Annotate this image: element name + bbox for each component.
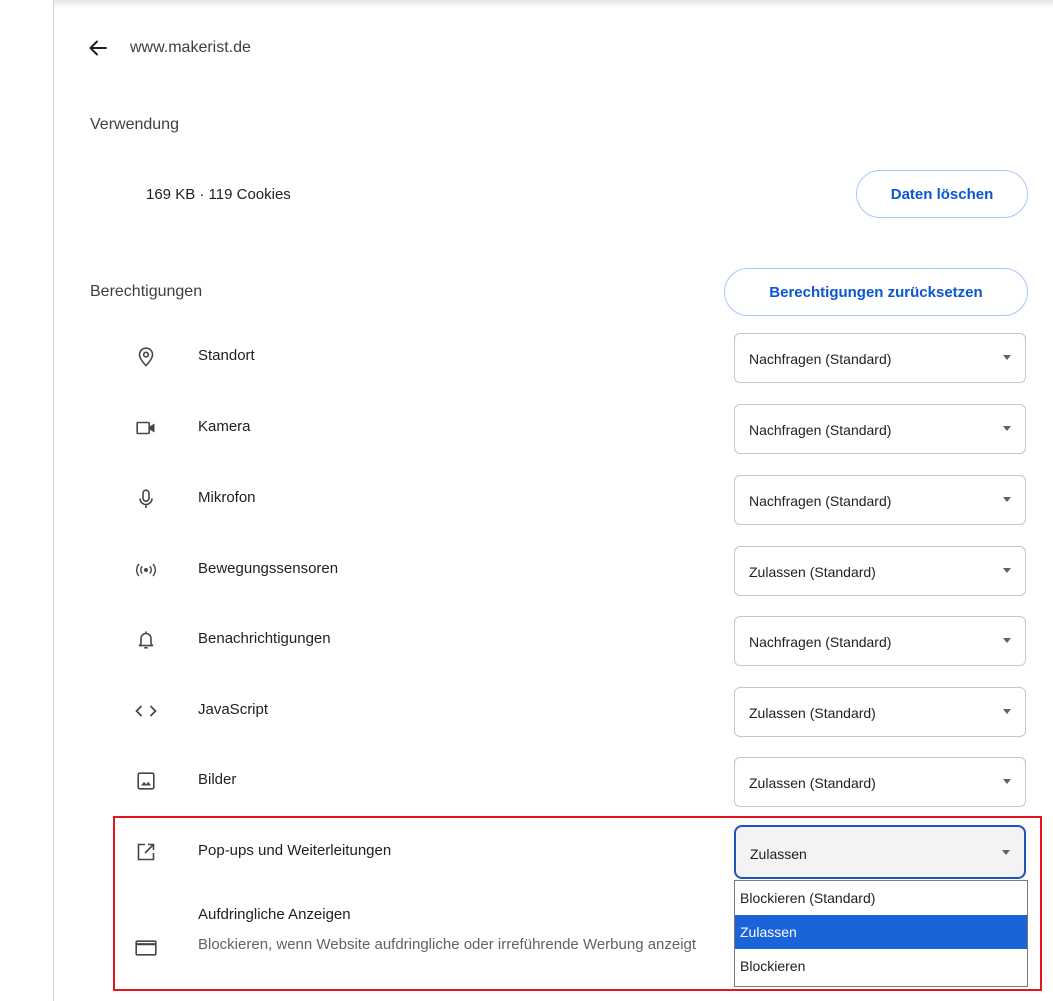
page-header: www.makerist.de (84, 30, 251, 66)
permission-label: Bewegungssensoren (198, 560, 339, 577)
image-icon (134, 769, 158, 793)
images-permission-select[interactable]: Zulassen (Standard) (734, 757, 1026, 807)
popups-dropdown-list: Blockieren (Standard) Zulassen Blockiere… (734, 880, 1028, 987)
select-value: Nachfragen (Standard) (749, 351, 892, 367)
permission-label: Aufdringliche Anzeigen (198, 906, 351, 923)
motion-sensors-permission-select[interactable]: Zulassen (Standard) (734, 546, 1026, 596)
caret-down-icon (1003, 779, 1011, 784)
back-button[interactable] (84, 34, 112, 62)
permission-label: Pop-ups und Weiterleitungen (198, 842, 392, 859)
permission-row-microphone: Mikrofon Nachfragen (Standard) (130, 473, 1030, 527)
permission-row-motion-sensors: Bewegungssensoren Zulassen (Standard) (130, 544, 1030, 598)
permission-row-popups: Pop-ups und Weiterleitungen Zulassen (130, 825, 1030, 880)
permission-row-javascript: JavaScript Zulassen (Standard) (130, 685, 1030, 739)
dropdown-option-block[interactable]: Blockieren (735, 949, 1027, 983)
dropdown-option-allow[interactable]: Zulassen (735, 915, 1027, 949)
permission-row-location: Standort Nachfragen (Standard) (130, 331, 1030, 385)
bell-icon (134, 628, 158, 652)
caret-down-icon (1003, 426, 1011, 431)
caret-down-icon (1003, 497, 1011, 502)
location-pin-icon (134, 345, 158, 369)
camera-icon (134, 416, 158, 440)
select-value: Zulassen (Standard) (749, 775, 876, 791)
caret-down-icon (1003, 638, 1011, 643)
permission-row-camera: Kamera Nachfragen (Standard) (130, 402, 1030, 456)
reset-permissions-button[interactable]: Berechtigungen zurücksetzen (724, 268, 1028, 316)
clear-data-button[interactable]: Daten löschen (856, 170, 1028, 218)
code-icon (134, 699, 158, 723)
select-value: Nachfragen (Standard) (749, 422, 892, 438)
arrow-left-icon (89, 40, 107, 56)
permission-label: Benachrichtigungen (198, 630, 331, 647)
select-value: Zulassen (750, 846, 807, 862)
caret-down-icon (1003, 709, 1011, 714)
usage-section-title: Verwendung (90, 116, 179, 133)
permissions-section-title: Berechtigungen (90, 283, 203, 300)
camera-permission-select[interactable]: Nachfragen (Standard) (734, 404, 1026, 454)
select-value: Nachfragen (Standard) (749, 493, 892, 509)
usage-summary: 169 KB · 119 Cookies (146, 186, 291, 203)
ad-window-icon (134, 936, 158, 960)
caret-down-icon (1003, 355, 1011, 360)
top-shadow (54, 0, 1053, 8)
permission-label: Standort (198, 347, 255, 364)
microphone-icon (134, 487, 158, 511)
intrusive-ads-description: Blockieren, wenn Website aufdringliche o… (198, 936, 697, 953)
permission-label: Mikrofon (198, 489, 256, 506)
left-panel-edge (0, 0, 54, 1001)
select-value: Zulassen (Standard) (749, 705, 876, 721)
motion-sensors-icon (134, 558, 158, 582)
permission-label: Kamera (198, 418, 251, 435)
caret-down-icon (1003, 568, 1011, 573)
permission-label: Bilder (198, 771, 237, 788)
permission-row-images: Bilder Zulassen (Standard) (130, 755, 1030, 809)
microphone-permission-select[interactable]: Nachfragen (Standard) (734, 475, 1026, 525)
notifications-permission-select[interactable]: Nachfragen (Standard) (734, 616, 1026, 666)
location-permission-select[interactable]: Nachfragen (Standard) (734, 333, 1026, 383)
popups-permission-select[interactable]: Zulassen (734, 825, 1026, 879)
site-title: www.makerist.de (130, 39, 251, 56)
permission-label: JavaScript (198, 701, 269, 718)
permission-row-notifications: Benachrichtigungen Nachfragen (Standard) (130, 614, 1030, 668)
open-in-new-icon (134, 840, 158, 864)
dropdown-option-block-default[interactable]: Blockieren (Standard) (735, 881, 1027, 915)
select-value: Zulassen (Standard) (749, 564, 876, 580)
select-value: Nachfragen (Standard) (749, 634, 892, 650)
caret-down-icon (1002, 850, 1010, 855)
javascript-permission-select[interactable]: Zulassen (Standard) (734, 687, 1026, 737)
